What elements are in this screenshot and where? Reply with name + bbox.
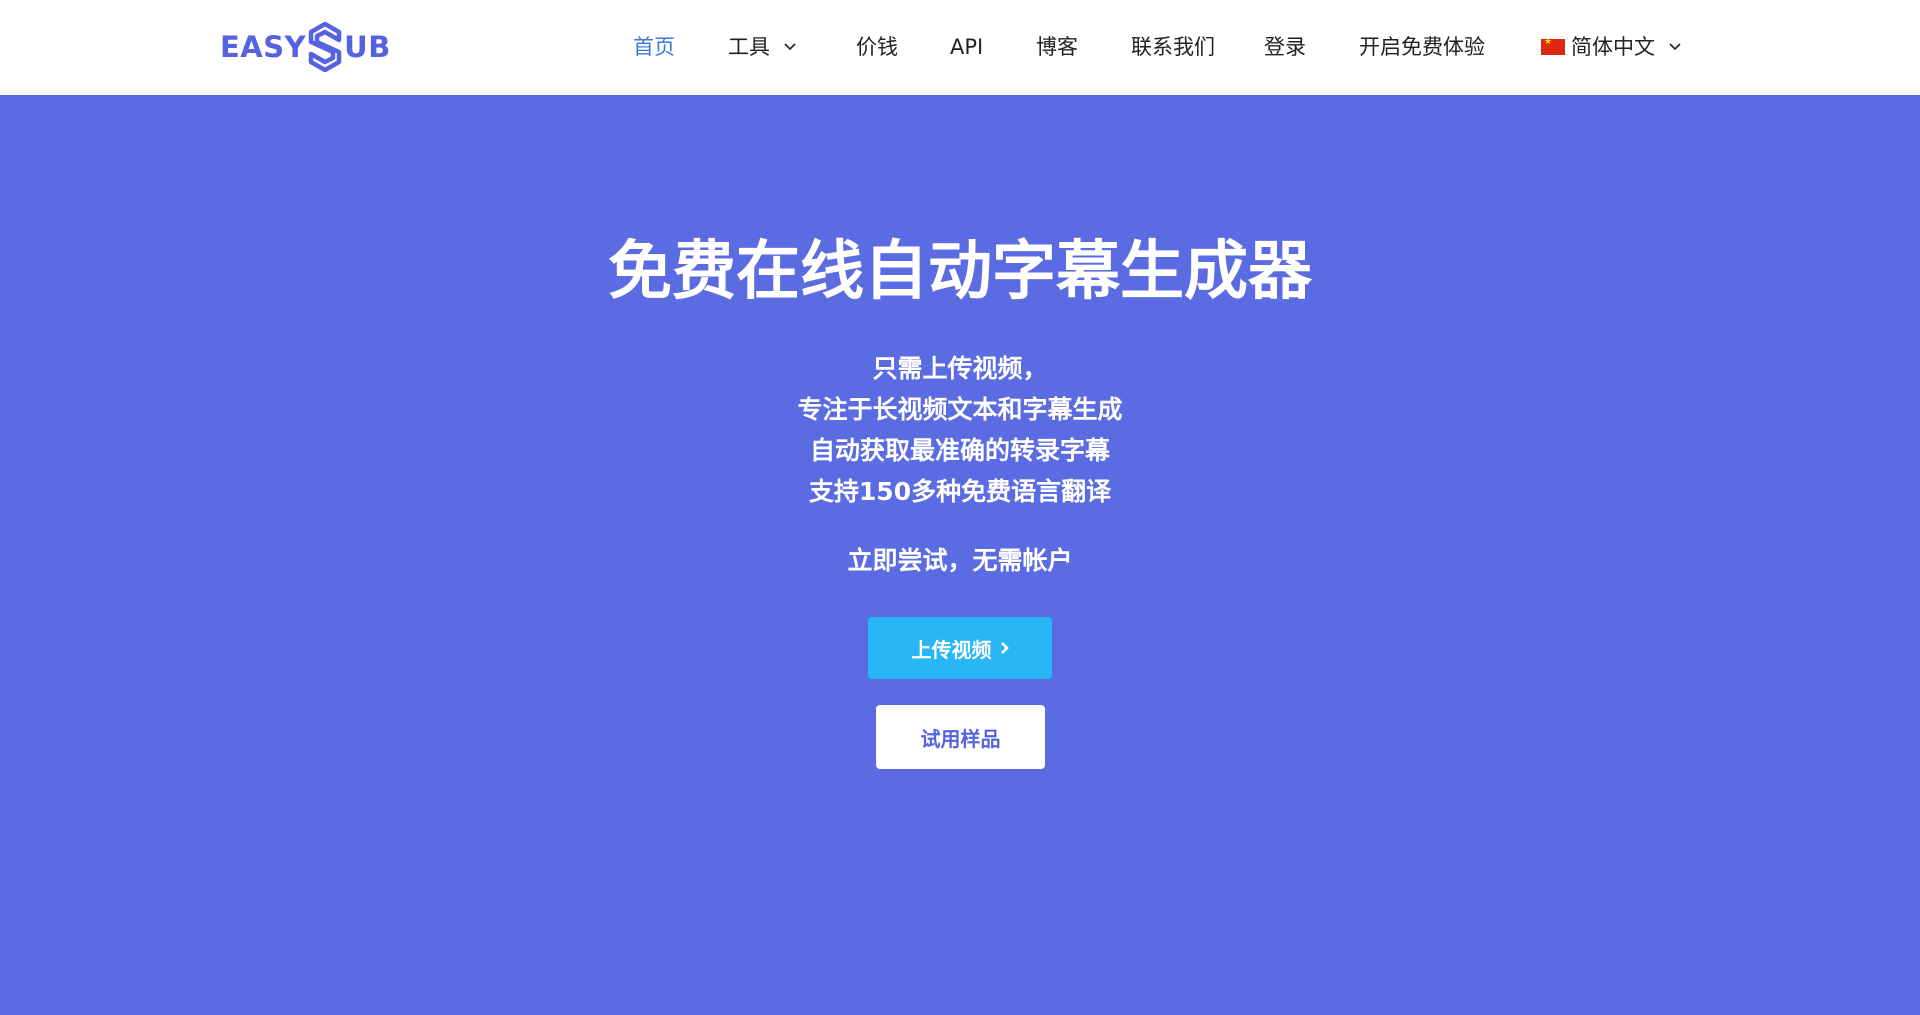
nav-item-contact[interactable]: 联系我们	[1131, 27, 1215, 67]
hero-description: 只需上传视频， 专注于长视频文本和字幕生成 自动获取最准确的转录字幕 支持150…	[0, 348, 1920, 512]
site-header: EASY UB 首页 工具 价钱 API 博客 联系我们 登录 开启免费体验 ★…	[0, 0, 1920, 95]
china-flag-icon	[1541, 36, 1565, 55]
nav-item-label: 价钱	[856, 35, 898, 59]
nav-item-home[interactable]: 首页	[633, 27, 675, 67]
language-selector[interactable]: 简体中文	[1541, 27, 1681, 67]
nav-item-login[interactable]: 登录	[1264, 27, 1306, 67]
hero-line: 专注于长视频文本和字幕生成	[797, 395, 1123, 424]
nav-item-label: 开启免费体验	[1359, 35, 1485, 59]
nav-item-tools[interactable]: 工具	[728, 27, 796, 67]
sample-button-label: 试用样品	[920, 726, 1001, 751]
nav-item-label: 首页	[633, 35, 675, 59]
chevron-down-icon	[784, 43, 796, 51]
nav-item-api[interactable]: API	[950, 27, 983, 67]
hero-line: 只需上传视频，	[872, 354, 1048, 383]
nav-item-blog[interactable]: 博客	[1036, 27, 1078, 67]
language-label: 简体中文	[1571, 35, 1655, 59]
try-now-text: 立即尝试，无需帐户	[847, 546, 1073, 575]
try-sample-button[interactable]: 试用样品	[876, 705, 1045, 769]
nav-item-label: 登录	[1264, 35, 1306, 59]
hero-line: 支持150多种免费语言翻译	[808, 477, 1112, 506]
chevron-down-icon	[1669, 43, 1681, 51]
hero-line: 自动获取最准确的转录字幕	[809, 436, 1110, 465]
nav-item-label: 联系我们	[1131, 35, 1215, 59]
chevron-right-icon	[1000, 641, 1009, 655]
upload-button-label: 上传视频	[911, 637, 992, 662]
nav-item-label: API	[950, 35, 984, 59]
page-title: 免费在线自动字幕生成器	[608, 235, 1312, 309]
nav-item-free-trial[interactable]: 开启免费体验	[1359, 27, 1485, 67]
nav-item-pricing[interactable]: 价钱	[856, 27, 898, 67]
upload-video-button[interactable]: 上传视频	[868, 617, 1052, 679]
main-nav: 首页 工具 价钱 API 博客 联系我们 登录 开启免费体验 简体中文	[0, 27, 1920, 67]
nav-item-label: 工具	[728, 35, 770, 59]
nav-item-label: 博客	[1036, 35, 1078, 59]
